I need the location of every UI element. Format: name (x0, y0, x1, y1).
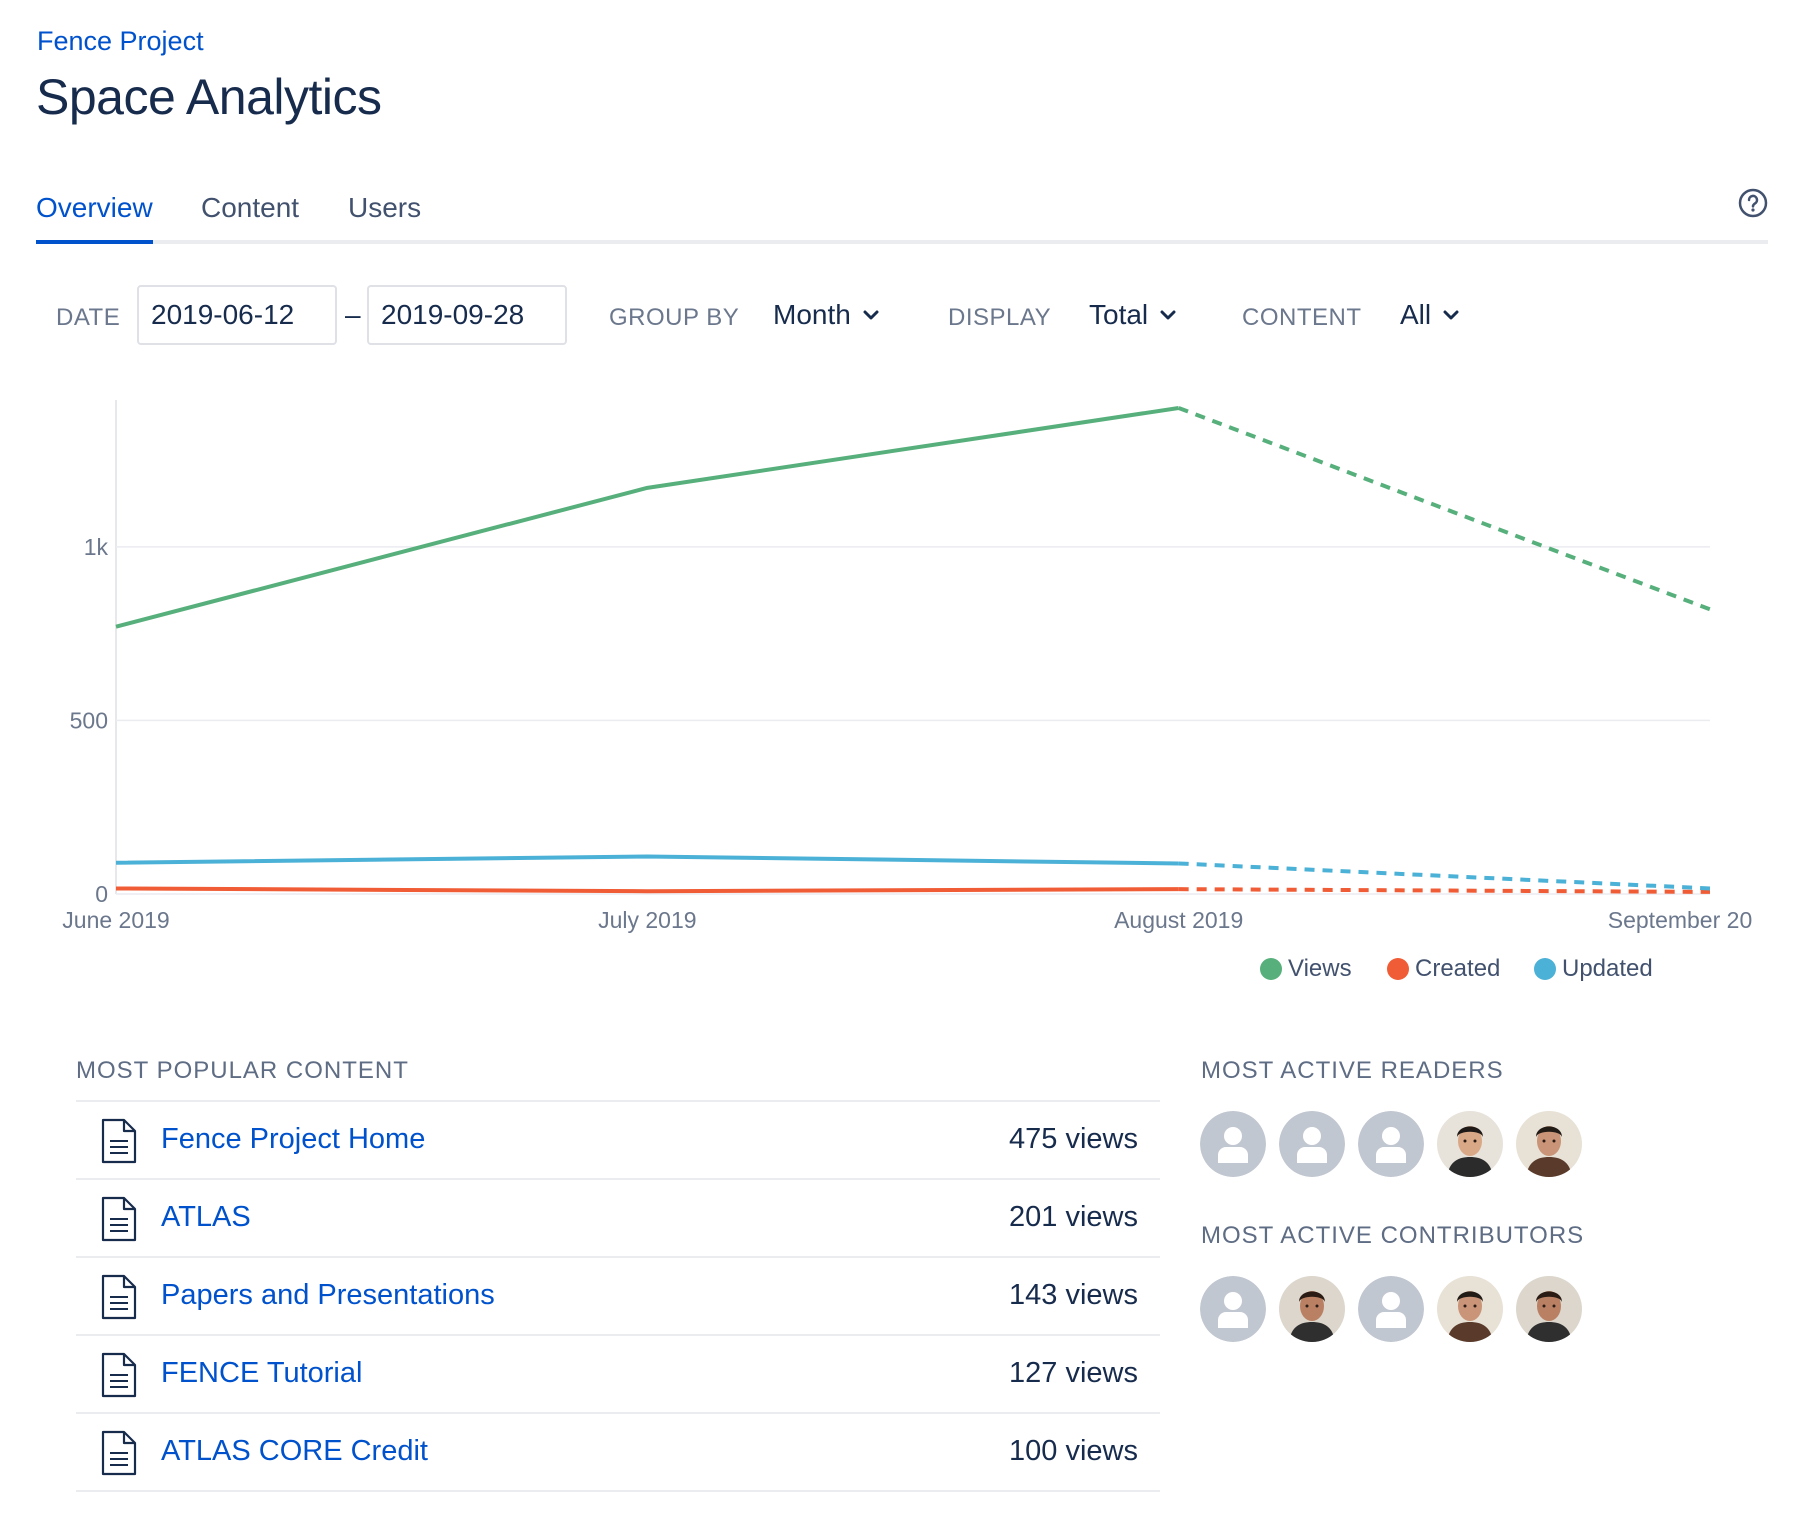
user-avatar-photo[interactable] (1516, 1111, 1582, 1177)
tab-bar: Overview Content Users (36, 182, 1768, 244)
date-to-input[interactable] (367, 285, 567, 345)
content-label: CONTENT (1242, 304, 1362, 331)
content-value: All (1400, 299, 1432, 330)
line-chart: 0 500 1k June 2019 July 2019 August 2019 Septe… (62, 400, 1752, 933)
user-avatar-photo[interactable] (1279, 1276, 1345, 1342)
group-by-value: Month (773, 299, 851, 330)
default-avatar-graphic (1358, 1276, 1424, 1342)
default-avatar-icon[interactable] (1200, 1276, 1266, 1342)
page-title: Space Analytics (36, 69, 382, 125)
date-label: DATE (56, 304, 121, 331)
list-item[interactable]: ATLAS CORE Credit 100 views (76, 1414, 1160, 1492)
list-item[interactable]: Papers and Presentations 143 views (76, 1258, 1160, 1336)
display-dropdown[interactable]: Total (1089, 299, 1176, 331)
legend-dot-updated (1534, 958, 1556, 980)
content-title-link[interactable]: Papers and Presentations (161, 1279, 495, 1312)
x-tick-label: August 2019 (1114, 907, 1243, 933)
tab-users[interactable]: Users (348, 192, 421, 240)
chevron-down-icon (1443, 310, 1459, 320)
legend-label-created: Created (1415, 955, 1501, 982)
avatar-photo-graphic (1437, 1276, 1503, 1342)
date-from-input[interactable] (137, 285, 337, 345)
analytics-chart: 0 500 1k June 2019 July 2019 August 2019 Septe… (0, 380, 1802, 1010)
x-tick-label: September 20 (1608, 907, 1752, 933)
filter-bar: DATE – GROUP BY Month DISPLAY Total CONT… (36, 285, 1768, 345)
list-item[interactable]: FENCE Tutorial 127 views (76, 1336, 1160, 1414)
default-avatar-icon[interactable] (1200, 1111, 1266, 1177)
series-line-views (115, 406, 1179, 629)
content-views: 127 views (1009, 1357, 1138, 1389)
legend-item-views[interactable]: Views (1260, 955, 1352, 983)
legend-dot-created (1387, 958, 1409, 980)
legend-item-updated[interactable]: Updated (1534, 955, 1653, 983)
legend-label-updated: Updated (1562, 955, 1653, 982)
group-by-label: GROUP BY (609, 304, 740, 331)
legend-item-created[interactable]: Created (1387, 955, 1500, 983)
default-avatar-graphic (1200, 1276, 1266, 1342)
user-avatar-photo[interactable] (1437, 1111, 1503, 1177)
avatar-photo-graphic (1437, 1111, 1503, 1177)
chevron-down-icon (863, 310, 879, 320)
default-avatar-icon[interactable] (1279, 1111, 1345, 1177)
document-icon (101, 1118, 137, 1164)
document-icon (101, 1196, 137, 1242)
document-icon (101, 1430, 137, 1476)
avatar-photo-graphic (1516, 1111, 1582, 1177)
x-tick-label: June 2019 (62, 907, 169, 933)
default-avatar-graphic (1200, 1111, 1266, 1177)
popular-content-list: Fence Project Home 475 views ATLAS 201 view… (76, 1100, 1160, 1492)
date-separator: – (345, 299, 361, 330)
content-views: 100 views (1009, 1435, 1138, 1467)
document-icon (101, 1274, 137, 1320)
y-tick-label: 0 (95, 881, 108, 907)
series-line-updated (115, 854, 1179, 866)
default-avatar-graphic (1358, 1111, 1424, 1177)
default-avatar-icon[interactable] (1358, 1276, 1424, 1342)
display-label: DISPLAY (948, 304, 1052, 331)
popular-content-title: MOST POPULAR CONTENT (76, 1057, 409, 1084)
list-item[interactable]: ATLAS 201 views (76, 1180, 1160, 1258)
avatar-photo-graphic (1279, 1276, 1345, 1342)
legend-dot-views (1260, 958, 1282, 980)
default-avatar-graphic (1279, 1111, 1345, 1177)
breadcrumb[interactable]: Fence Project (37, 26, 204, 57)
avatar-photo-graphic (1516, 1276, 1582, 1342)
user-avatar-photo[interactable] (1516, 1276, 1582, 1342)
series-projection-updated (1178, 861, 1711, 891)
help-circle-icon[interactable] (1738, 188, 1768, 218)
series-line-created (115, 886, 1179, 894)
content-views: 475 views (1009, 1123, 1138, 1155)
group-by-dropdown[interactable]: Month (773, 299, 879, 331)
y-tick-label: 500 (70, 707, 108, 733)
series-projection-views (1177, 406, 1711, 612)
chevron-down-icon (1160, 310, 1176, 320)
content-title-link[interactable]: ATLAS CORE Credit (161, 1435, 428, 1468)
active-readers-title: MOST ACTIVE READERS (1201, 1057, 1504, 1084)
tab-content[interactable]: Content (201, 192, 299, 240)
document-icon (101, 1352, 137, 1398)
x-tick-label: July 2019 (598, 907, 696, 933)
default-avatar-icon[interactable] (1358, 1111, 1424, 1177)
content-title-link[interactable]: FENCE Tutorial (161, 1357, 362, 1390)
series-projection-created (1178, 887, 1711, 894)
content-title-link[interactable]: Fence Project Home (161, 1123, 425, 1156)
content-title-link[interactable]: ATLAS (161, 1201, 251, 1234)
legend-label-views: Views (1288, 955, 1352, 982)
active-readers-avatars (1200, 1111, 1600, 1177)
active-contributors-avatars (1200, 1276, 1600, 1342)
content-views: 201 views (1009, 1201, 1138, 1233)
y-tick-label: 1k (84, 534, 109, 560)
user-avatar-photo[interactable] (1437, 1276, 1503, 1342)
list-item[interactable]: Fence Project Home 475 views (76, 1102, 1160, 1180)
content-views: 143 views (1009, 1279, 1138, 1311)
content-dropdown[interactable]: All (1400, 299, 1459, 331)
tab-overview[interactable]: Overview (36, 192, 153, 244)
display-value: Total (1089, 299, 1149, 330)
active-contributors-title: MOST ACTIVE CONTRIBUTORS (1201, 1222, 1585, 1249)
